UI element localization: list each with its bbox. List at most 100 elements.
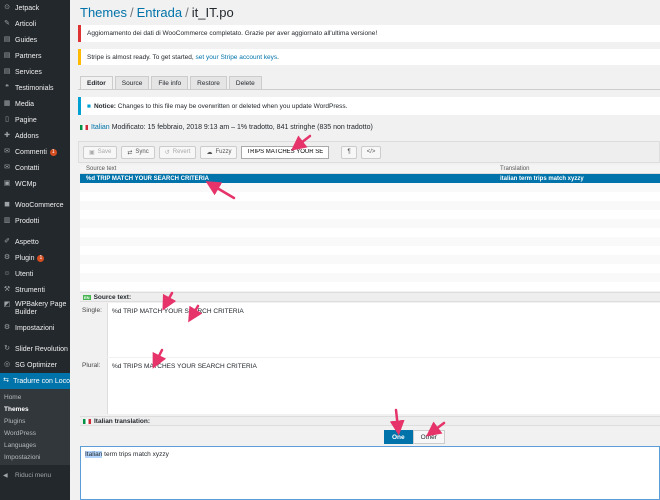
media-icon: ▦: [3, 100, 11, 107]
save-icon: ▣: [89, 149, 95, 156]
strumenti-icon: ⚒: [3, 286, 11, 293]
sidebar-item-tradurre[interactable]: ⇆ Tradurre con Loco: [0, 373, 70, 389]
submenu-item[interactable]: WordPress: [0, 427, 70, 439]
invisibles-button[interactable]: ¶: [341, 145, 357, 159]
submenu-item[interactable]: Plugins: [0, 415, 70, 427]
tab-delete[interactable]: Delete: [228, 76, 262, 90]
prodotti-icon: ▥: [3, 217, 11, 224]
sidebar-item-guides[interactable]: ▤ Guides: [0, 32, 70, 48]
addons-icon: ✚: [4, 132, 10, 139]
stripe-keys-link[interactable]: set your Stripe account keys: [196, 54, 278, 61]
tab-restore[interactable]: Restore: [190, 76, 227, 90]
sidebar-item-label: SG Optimizer: [15, 361, 58, 369]
count-badge: 1: [49, 148, 57, 156]
sidebar-item-plugin[interactable]: ⚙ Plugin 1: [0, 250, 70, 266]
sync-label: Sync: [135, 149, 149, 155]
empty-rows: [80, 183, 660, 282]
sidebar-item-woocommerce[interactable]: ◼ WooCommerce: [0, 197, 70, 213]
admin-sidebar: ⊙ Jetpack ✎ Articoli ▤ Guides ▤ Partners ▤ Servic…: [0, 0, 70, 500]
overwrite-notice: ■ Notice: Changes to this file may be ov…: [78, 97, 660, 115]
revert-icon: ↺: [164, 149, 170, 156]
fuzzy-button[interactable]: ☁ Fuzzy: [200, 145, 238, 159]
sidebar-item-testimonials[interactable]: ❝ Testimonials: [0, 80, 70, 96]
column-translation[interactable]: Translation: [498, 165, 660, 173]
notice-text: Changes to this file may be overwritten …: [117, 102, 348, 110]
empty-row: [80, 273, 660, 282]
stripe-notice-text: Stripe is almost ready. To get started,: [87, 53, 194, 61]
sidebar-item-slider-revolution[interactable]: ↻ Slider Revolution: [0, 341, 70, 357]
italy-flag-icon: [80, 125, 88, 130]
tradurre-icon: ⇆: [3, 377, 9, 384]
status-text: Modificato: 15 febbraio, 2018 9:13 am – …: [111, 124, 373, 131]
sync-button[interactable]: ⇄ Sync: [121, 145, 155, 159]
sidebar-item-label: Tradurre con Loco: [13, 377, 70, 385]
breadcrumb-themes[interactable]: Themes: [80, 5, 127, 20]
tab-editor[interactable]: Editor: [80, 76, 113, 90]
sidebar-item-label: Jetpack: [15, 4, 40, 12]
breadcrumb-separator: /: [185, 5, 189, 20]
sync-icon: ⇄: [127, 149, 133, 156]
translation-text: term trips match xyzzy: [102, 451, 169, 458]
column-source-text[interactable]: Source text: [80, 165, 498, 173]
sg-optimizer-icon: ◎: [3, 361, 11, 368]
single-label: Single:: [82, 307, 102, 314]
collapse-label: Riduci menu: [15, 471, 52, 479]
breadcrumb-entrada[interactable]: Entrada: [137, 5, 183, 20]
sidebar-item-jetpack[interactable]: ⊙ Jetpack: [0, 0, 70, 16]
sidebar-item-pagine[interactable]: ▯ Pagine: [0, 112, 70, 128]
sidebar-item-wcmp[interactable]: ▣ WCMp: [0, 176, 70, 192]
sidebar-item-sg-optimizer[interactable]: ◎ SG Optimizer: [0, 357, 70, 373]
submenu-item[interactable]: Languages: [0, 439, 70, 451]
save-button[interactable]: ▣ Save: [83, 145, 118, 159]
woocommerce-notice: Aggiornamento dei dati di WooCommerce co…: [78, 25, 660, 42]
submenu-item[interactable]: Impostazioni: [0, 451, 70, 463]
filter-input[interactable]: [241, 145, 330, 159]
sidebar-item-partners[interactable]: ▤ Partners: [0, 48, 70, 64]
sidebar-item-label: Aspetto: [15, 238, 39, 246]
sidebar-item-addons[interactable]: ✚ Addons: [0, 128, 70, 144]
woocommerce-icon: ◼: [4, 201, 10, 208]
submenu-item[interactable]: Themes: [0, 403, 70, 415]
translation-textarea[interactable]: Italian term trips match xyzzy: [80, 446, 660, 500]
tab-one[interactable]: One: [384, 430, 413, 444]
selected-text: Italian: [85, 451, 103, 458]
en-tag: EN: [83, 294, 91, 300]
jetpack-icon: ⊙: [4, 4, 10, 11]
table-row[interactable]: %d TRIP MATCH YOUR SEARCH CRITERIA itali…: [80, 174, 660, 183]
tab-file-info[interactable]: File info: [151, 76, 189, 90]
sidebar-item-commenti[interactable]: ✉ Commenti 1: [0, 144, 70, 160]
revert-button[interactable]: ↺ Revert: [158, 145, 197, 159]
fuzzy-label: Fuzzy: [215, 149, 232, 155]
sidebar-item-prodotti[interactable]: ▥ Prodotti: [0, 213, 70, 229]
tab-source[interactable]: Source: [114, 76, 150, 90]
sidebar-item-label: Guides: [15, 36, 38, 44]
language-link[interactable]: Italian: [91, 124, 110, 131]
code-view-button[interactable]: </>: [360, 145, 382, 159]
plural-source-text: %d TRIPS MATCHES YOUR SEARCH CRITERIA: [107, 358, 660, 414]
sidebar-item-contatti[interactable]: ✉ Contatti: [0, 160, 70, 176]
sidebar-item-strumenti[interactable]: ⚒ Strumenti: [0, 282, 70, 298]
sidebar-item-utenti[interactable]: ☺ Utenti: [0, 266, 70, 282]
wcmp-icon: ▣: [3, 180, 11, 187]
revert-label: Revert: [172, 149, 191, 155]
sidebar-item-media[interactable]: ▦ Media: [0, 96, 70, 112]
sidebar-item-label: Prodotti: [15, 217, 40, 225]
sidebar-item-wpbakery[interactable]: ◩ WPBakery Page Builder: [0, 298, 70, 320]
sidebar-item-articoli[interactable]: ✎ Articoli: [0, 16, 70, 32]
pilcrow-icon: ¶: [347, 149, 351, 155]
tab-other[interactable]: Other: [412, 430, 445, 444]
sidebar-item-label: Utenti: [15, 270, 34, 278]
collapse-menu-button[interactable]: ◀ Riduci menu: [0, 467, 70, 483]
sidebar-item-aspetto[interactable]: ✐ Aspetto: [0, 234, 70, 250]
sidebar-item-impostazioni[interactable]: ⚙ Impostazioni: [0, 320, 70, 336]
source-panel-title: Source text:: [93, 293, 132, 301]
breadcrumb-current: it_IT.po: [191, 5, 234, 20]
contatti-icon: ✉: [4, 164, 10, 171]
sidebar-item-label: Contatti: [15, 164, 40, 172]
sidebar-item-services[interactable]: ▤ Services: [0, 64, 70, 80]
editor-tabs: Editor Source File info Restore Delete: [80, 76, 264, 90]
submenu-item[interactable]: Home: [0, 391, 70, 403]
table-header: Source text Translation: [80, 165, 660, 174]
source-panel-header: EN Source text:: [80, 292, 660, 302]
info-icon: ■: [87, 102, 91, 110]
